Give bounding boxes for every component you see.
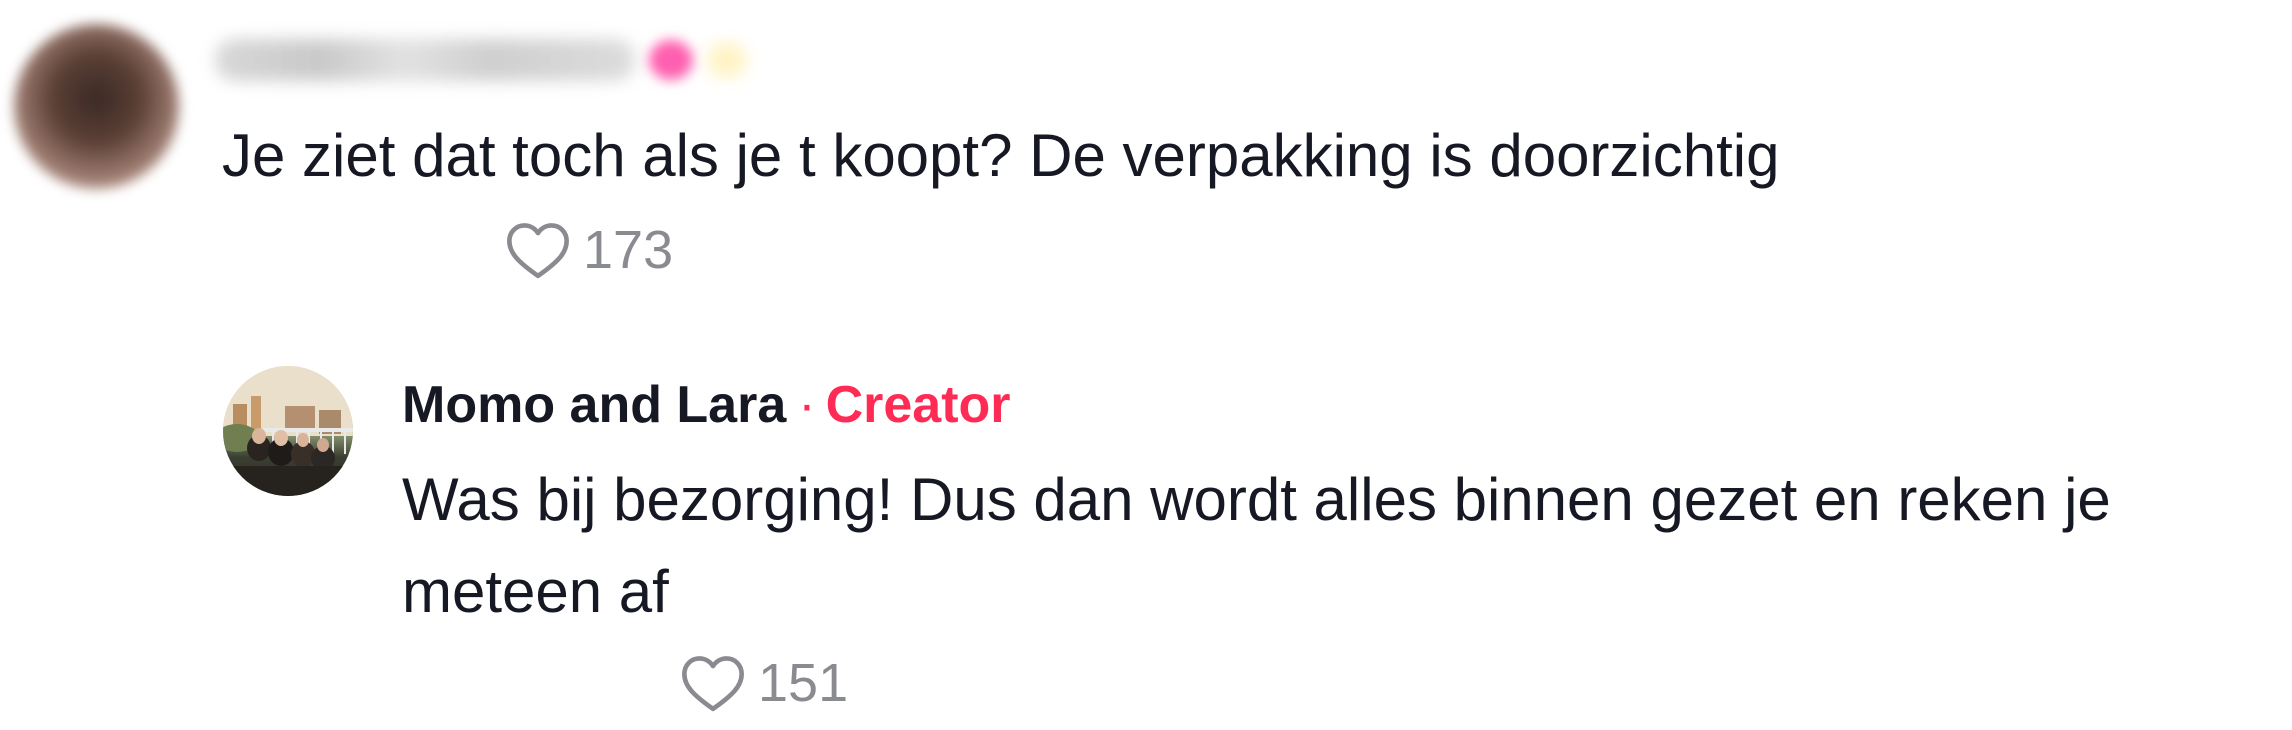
separator-dot: · [798, 376, 816, 434]
avatar-blurred[interactable] [14, 24, 179, 189]
sparkle-emoji-icon [707, 42, 747, 78]
like-button[interactable]: 151 [680, 648, 848, 718]
reply-author-line: Momo and Lara · Creator [402, 370, 1011, 440]
comment-item: Je ziet dat toch als je t koopt? De verp… [0, 0, 2292, 330]
reply-text: Was bij bezorging! Dus dan wordt alles b… [402, 466, 2111, 625]
author-name[interactable]: Momo and Lara [402, 375, 786, 435]
reply-item: Momo and Lara · Creator Was bij bezorgin… [0, 330, 2292, 730]
creator-badge: Creator [825, 376, 1011, 434]
heart-outline-icon[interactable] [505, 220, 571, 280]
heart-outline-icon[interactable] [680, 653, 746, 713]
username-blurred[interactable] [215, 36, 775, 84]
comment-text: Je ziet dat toch als je t koopt? De verp… [222, 122, 1780, 189]
like-count: 173 [583, 220, 674, 280]
heart-emoji-icon [649, 40, 693, 80]
like-count: 151 [758, 653, 849, 713]
avatar[interactable] [223, 366, 353, 496]
like-button[interactable]: 173 [505, 215, 673, 285]
blurred-username [215, 39, 635, 81]
